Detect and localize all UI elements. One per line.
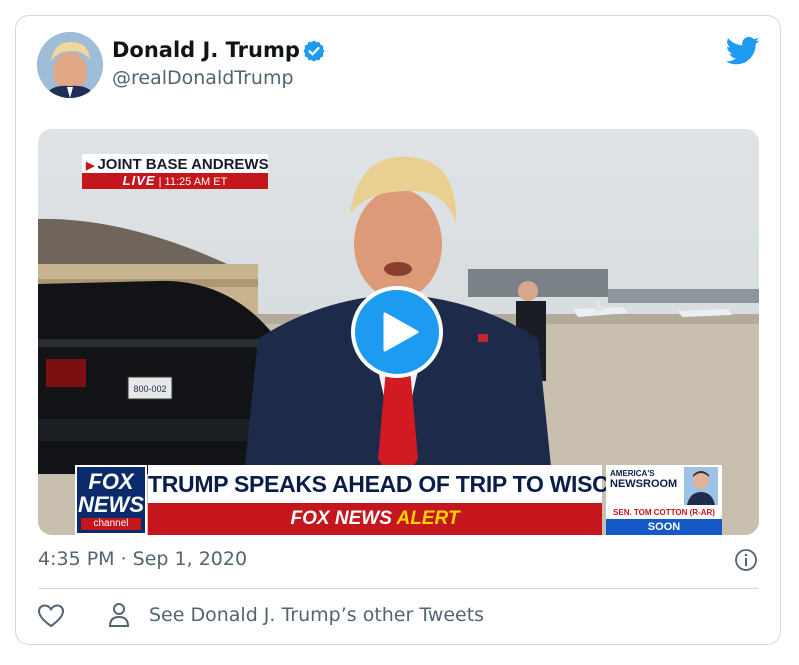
alert-network: FOX NEWS bbox=[290, 508, 392, 529]
promo-time: SOON bbox=[606, 519, 722, 535]
triangle-right-icon: ▶ bbox=[86, 160, 95, 172]
promo-show-top: AMERICA'S bbox=[610, 469, 655, 478]
author-handle[interactable]: @realDonaldTrump bbox=[112, 67, 294, 89]
twitter-bird-icon[interactable] bbox=[726, 36, 760, 66]
see-other-tweets-link[interactable]: See Donald J. Trump’s other Tweets bbox=[149, 604, 484, 626]
logo-line-3: channel bbox=[81, 518, 141, 530]
promo-guest: SEN. TOM COTTON (R-AR) bbox=[606, 507, 722, 519]
person-icon bbox=[108, 603, 130, 627]
tweet-timestamp[interactable]: 4:35 PM · Sep 1, 2020 bbox=[38, 548, 247, 570]
live-time: | 11:25 AM ET bbox=[158, 176, 228, 188]
info-icon[interactable] bbox=[734, 548, 758, 572]
heart-icon[interactable] bbox=[38, 604, 64, 628]
chyron-alert: FOX NEWS ALERT bbox=[148, 503, 602, 535]
chyron-headline: TRUMP SPEAKS AHEAD OF TRIP TO WISCONSIN bbox=[148, 465, 680, 503]
author-name[interactable]: Donald J. Trump bbox=[112, 38, 300, 62]
divider bbox=[38, 588, 758, 589]
play-icon bbox=[383, 312, 419, 352]
guest-photo bbox=[684, 467, 718, 505]
logo-line-1: FOX bbox=[88, 469, 134, 494]
fox-news-logo: FOX NEWS channel bbox=[75, 465, 147, 535]
live-label: LIVE bbox=[122, 173, 156, 188]
tweet-card[interactable]: Donald J. Trump @realDonaldTrump 800-002… bbox=[15, 15, 781, 645]
alert-word: ALERT bbox=[396, 508, 460, 529]
license-plate-text: 800-002 bbox=[133, 384, 166, 394]
location-label: JOINT BASE ANDREWS bbox=[97, 156, 269, 173]
play-button[interactable] bbox=[351, 286, 443, 378]
logo-line-2: NEWS bbox=[78, 492, 144, 517]
promo-show-bottom: NEWSROOM bbox=[610, 478, 678, 490]
verified-badge-icon bbox=[303, 40, 325, 62]
avatar[interactable] bbox=[37, 32, 103, 98]
up-next-promo: AMERICA'S NEWSROOM SEN. TOM COTTON (R-AR… bbox=[606, 465, 722, 535]
video-player[interactable]: 800-002 ▶ JOINT BASE ANDREWS LIVE | 11:25… bbox=[38, 129, 759, 535]
location-banner: ▶ JOINT BASE ANDREWS LIVE | 11:25 AM ET bbox=[82, 154, 269, 189]
